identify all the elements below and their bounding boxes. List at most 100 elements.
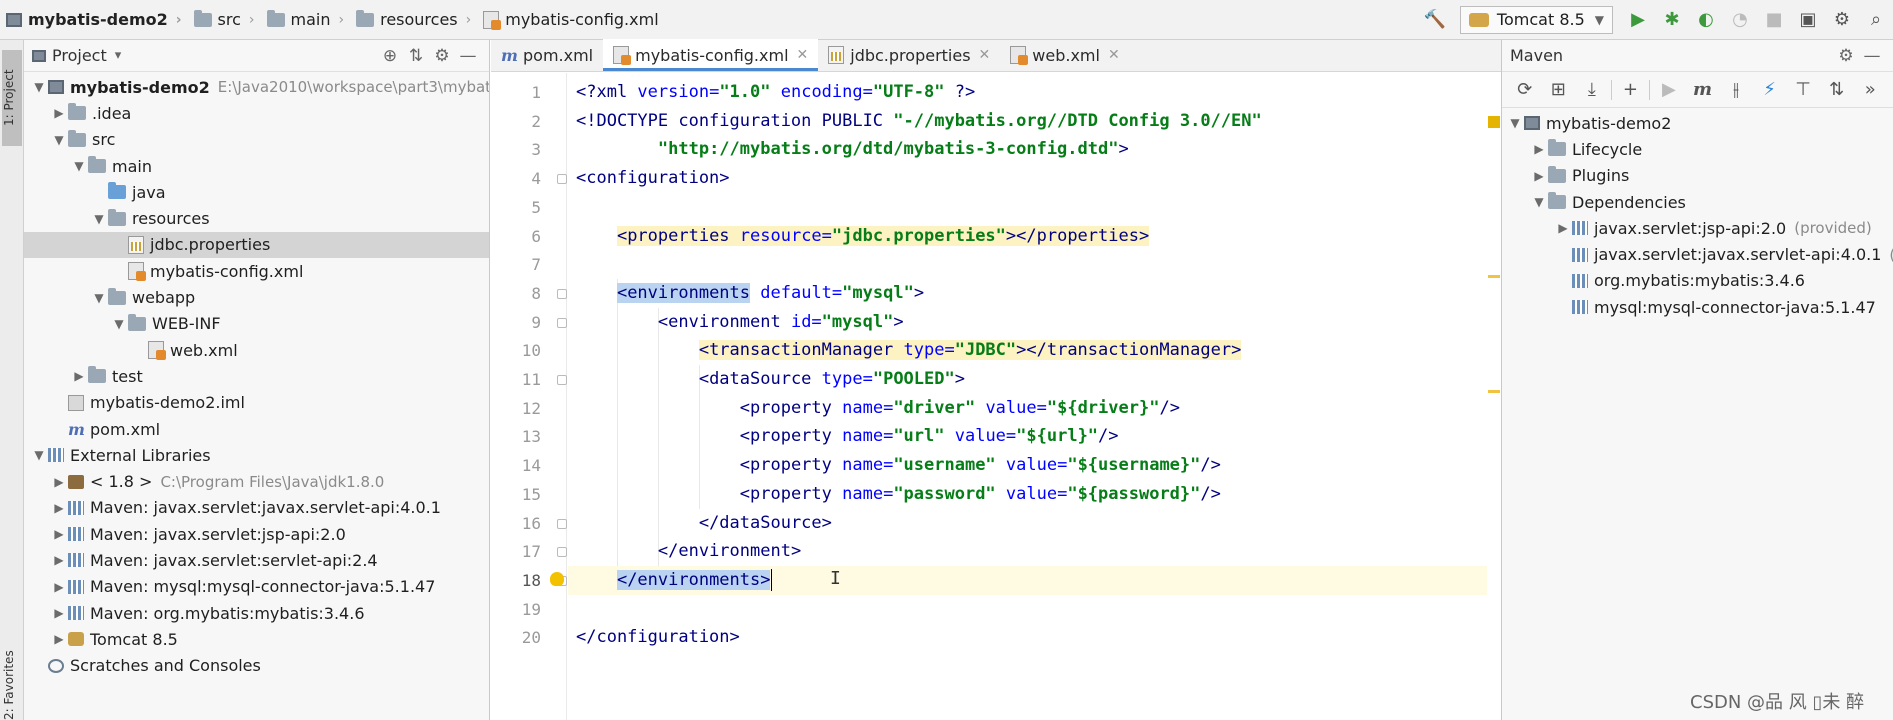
code-line[interactable]: </environment> [568, 537, 1487, 566]
fold-marker[interactable] [557, 288, 567, 299]
code-line[interactable]: <properties resource="jdbc.properties"><… [568, 222, 1487, 251]
tree-item[interactable]: ▶ Maven: mysql:mysql-connector-java:5.1.4… [24, 574, 489, 600]
locate-icon[interactable]: ⊕ [377, 46, 403, 66]
code-line[interactable] [568, 595, 1487, 624]
code-line[interactable]: <configuration> [568, 164, 1487, 193]
tab-pom-xml[interactable]: m pom.xml [491, 39, 603, 71]
code-line[interactable]: <!DOCTYPE configuration PUBLIC "-//mybat… [568, 107, 1487, 136]
stop-icon[interactable]: ■ [1760, 6, 1788, 34]
tree-item[interactable]: ▼ resources [24, 205, 489, 231]
add-folder-icon[interactable]: ⊞ [1542, 79, 1576, 100]
tree-item[interactable]: web.xml [24, 337, 489, 363]
chevron-right-icon[interactable]: ▶ [50, 606, 68, 620]
tree-item[interactable]: ▼ WEB-INF [24, 311, 489, 337]
maven-tree-item[interactable]: org.mybatis:mybatis:3.4.6 [1502, 268, 1893, 294]
tree-item[interactable]: ▶ < 1.8 > C:\Program Files\Java\jdk1.8.0 [24, 468, 489, 494]
project-structure-icon[interactable]: ▣ [1794, 6, 1822, 34]
code-line[interactable]: <property name="password" value="${passw… [568, 480, 1487, 509]
inspection-status-icon[interactable] [1488, 116, 1500, 128]
run-configuration-select[interactable]: Tomcat 8.5 ▼ [1459, 5, 1613, 34]
tree-item[interactable]: mybatis-config.xml [24, 258, 489, 284]
code-line[interactable]: <environments default="mysql"> [568, 279, 1487, 308]
tree-item[interactable]: ▼ External Libraries [24, 442, 489, 468]
more-icon[interactable]: » [1853, 79, 1887, 100]
hide-panel-icon[interactable]: — [1859, 46, 1885, 66]
close-icon[interactable]: ✕ [1108, 47, 1120, 63]
tree-item[interactable]: ▼ webapp [24, 284, 489, 310]
warning-marker[interactable] [1488, 275, 1500, 278]
maven-tree-item[interactable]: ▶ Plugins [1502, 163, 1893, 189]
code-line[interactable]: <property name="username" value="${usern… [568, 451, 1487, 480]
download-icon[interactable]: ⤓ [1575, 79, 1609, 100]
maven-tree-item[interactable]: ▶ Lifecycle [1502, 136, 1893, 162]
code-line[interactable]: <property name="driver" value="${driver}… [568, 394, 1487, 423]
search-icon[interactable]: ⌕ [1862, 6, 1890, 34]
code-line[interactable]: <transactionManager type="JDBC"></transa… [568, 336, 1487, 365]
code-line[interactable]: </configuration> [568, 623, 1487, 652]
chevron-down-icon[interactable]: ▼ [1530, 195, 1548, 209]
close-icon[interactable]: ✕ [979, 47, 991, 63]
tree-item[interactable]: ▼ main [24, 153, 489, 179]
tree-item[interactable]: ▶ Maven: javax.servlet:servlet-api:2.4 [24, 547, 489, 573]
run-icon[interactable]: ▶ [1624, 6, 1652, 34]
tree-item[interactable]: ▶ test [24, 363, 489, 389]
code-line[interactable]: </environments> [568, 565, 1487, 595]
code-line[interactable] [568, 250, 1487, 279]
code-line[interactable]: <property name="url" value="${url}"/> [568, 422, 1487, 451]
breadcrumb-file[interactable]: mybatis-config.xml [477, 0, 664, 40]
close-icon[interactable]: ✕ [797, 47, 809, 63]
breadcrumb-project[interactable]: mybatis-demo2 › [0, 0, 188, 40]
tree-item[interactable]: java [24, 179, 489, 205]
tree-item[interactable]: ▶ Maven: javax.servlet:jsp-api:2.0 [24, 521, 489, 547]
maven-tree-item[interactable]: mysql:mysql-connector-java:5.1.47 [1502, 294, 1893, 320]
project-tool-button[interactable]: 1: Project [2, 50, 22, 146]
collapse-all-icon[interactable]: ⇅ [403, 46, 429, 66]
chevron-right-icon[interactable]: ▶ [50, 106, 68, 120]
maven-goal-icon[interactable]: m [1686, 79, 1720, 100]
tree-item[interactable]: ▶ .idea [24, 100, 489, 126]
skip-tests-icon[interactable]: ⚡ [1753, 79, 1787, 100]
tree-item[interactable]: jdbc.properties [24, 231, 489, 259]
error-stripe[interactable] [1487, 73, 1501, 720]
chevron-right-icon[interactable]: ▶ [50, 632, 68, 646]
intention-bulb-icon[interactable] [550, 571, 564, 586]
tree-item[interactable]: m pom.xml [24, 416, 489, 442]
fold-marker[interactable] [557, 174, 567, 185]
coverage-icon[interactable]: ◐ [1692, 6, 1720, 34]
chevron-right-icon[interactable]: ▶ [50, 501, 68, 515]
tree-item[interactable]: mybatis-demo2.iml [24, 390, 489, 416]
favorites-tool-button[interactable]: 2: Favorites [2, 650, 16, 720]
chevron-right-icon[interactable]: ▶ [50, 527, 68, 541]
maven-tree-item[interactable]: ▶ javax.servlet:jsp-api:2.0 (provided) [1502, 215, 1893, 241]
maven-tree-item[interactable]: ▼ mybatis-demo2 [1502, 110, 1893, 136]
collapse-all-icon[interactable]: ⇅ [1820, 79, 1854, 100]
code-line[interactable] [568, 193, 1487, 222]
chevron-down-icon[interactable]: ▼ [90, 291, 108, 305]
code-line[interactable]: "http://mybatis.org/dtd/mybatis-3-config… [568, 135, 1487, 164]
warning-marker[interactable] [1488, 390, 1500, 393]
tree-item[interactable]: ▶ Maven: javax.servlet:javax.servlet-api:… [24, 495, 489, 521]
chevron-right-icon[interactable]: ▶ [1530, 142, 1548, 156]
toggle-offline-icon[interactable]: ⫲ [1719, 79, 1753, 100]
tree-item[interactable]: Scratches and Consoles [24, 653, 489, 679]
build-hammer-icon[interactable]: 🔨 [1421, 6, 1449, 34]
profile-icon[interactable]: ◔ [1726, 6, 1754, 34]
code-line[interactable]: <environment id="mysql"> [568, 308, 1487, 337]
gear-icon[interactable]: ⚙ [429, 46, 455, 66]
maven-tree-item[interactable]: ▼ Dependencies [1502, 189, 1893, 215]
chevron-down-icon[interactable]: ▼ [90, 212, 108, 226]
add-icon[interactable]: + [1614, 79, 1648, 100]
gear-icon[interactable]: ⚙ [1833, 46, 1859, 66]
tree-item[interactable]: ▼ mybatis-demo2 E:\Java2010\workspace\part… [24, 74, 489, 100]
tab-mybatis-config-xml[interactable]: mybatis-config.xml ✕ [603, 39, 819, 71]
code-line[interactable]: <?xml version="1.0" encoding="UTF-8" ?> [568, 78, 1487, 107]
fold-marker[interactable] [557, 375, 567, 385]
chevron-down-icon[interactable]: ▼ [50, 133, 68, 147]
tab-jdbc-properties[interactable]: jdbc.properties ✕ [818, 39, 1000, 71]
chevron-right-icon[interactable]: ▶ [50, 553, 68, 567]
fold-marker[interactable] [557, 547, 567, 558]
chevron-right-icon[interactable]: ▶ [70, 369, 88, 383]
reload-icon[interactable]: ⟳ [1508, 79, 1542, 100]
maven-tree-item[interactable]: javax.servlet:javax.servlet-api:4.0.1 (pr… [1502, 241, 1893, 267]
fold-marker[interactable] [557, 518, 567, 529]
